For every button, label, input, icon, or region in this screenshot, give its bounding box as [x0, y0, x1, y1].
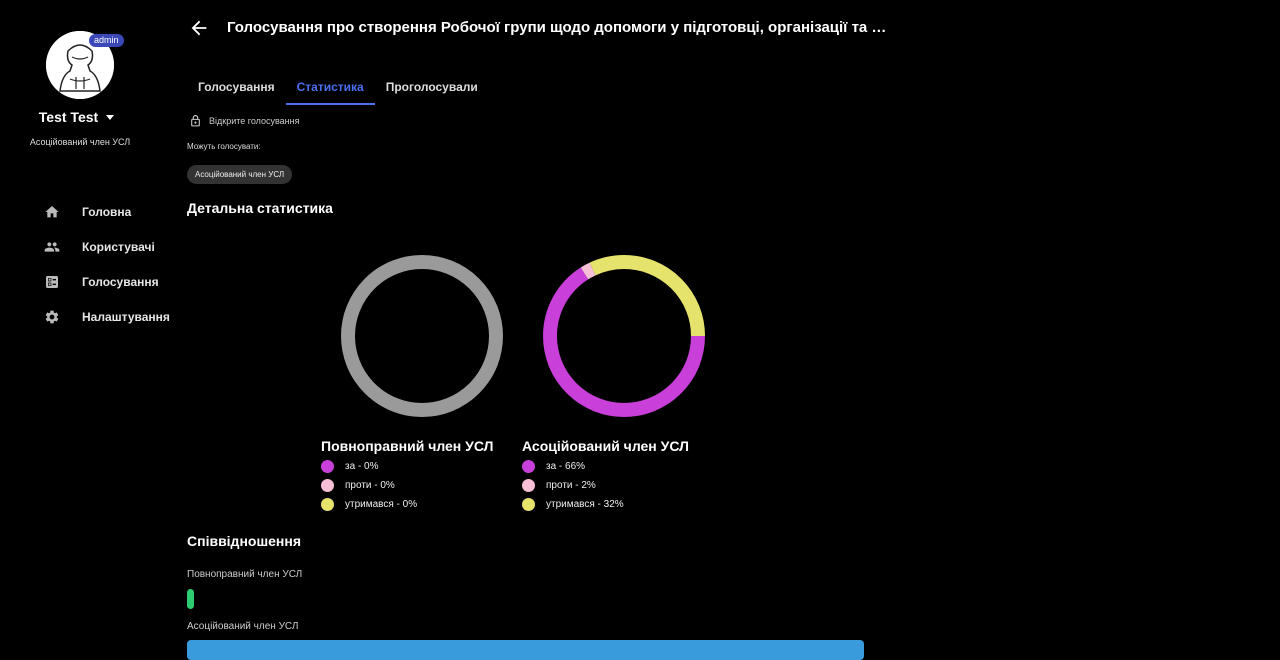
nav-label: Налаштування — [82, 309, 170, 324]
donut-chart-full-members — [341, 255, 503, 417]
legend-label: утримався - 32% — [546, 499, 624, 510]
tab-voted[interactable]: Проголосували — [375, 74, 489, 105]
legend-item: утримався - 32% — [522, 495, 624, 514]
ratio-title: Співвідношення — [187, 533, 301, 549]
legend-item: проти - 2% — [522, 476, 624, 495]
legend-item: за - 0% — [321, 457, 417, 476]
legend-dot — [522, 498, 535, 511]
legend-dot — [321, 460, 334, 473]
eligible-role-chip: Асоційований член УСЛ — [187, 165, 293, 184]
open-vote-text: Відкрите голосування — [209, 116, 300, 126]
nav-label: Користувачі — [82, 239, 155, 254]
legend-item: утримався - 0% — [321, 495, 417, 514]
legend-label: утримався - 0% — [345, 499, 418, 510]
legend-label: проти - 0% — [345, 480, 395, 491]
ballot-icon — [46, 275, 58, 288]
user-name: Test Test — [38, 109, 99, 125]
legend-label: за - 0% — [345, 461, 379, 472]
legend-full-members: за - 0% проти - 0% утримався - 0% — [321, 457, 417, 514]
tab-voting[interactable]: Голосування — [187, 74, 286, 105]
nav-item-home[interactable]: Головна — [44, 194, 170, 229]
sidebar-nav: Головна Користувачі Голосування Налаштув… — [44, 194, 170, 334]
legend-label: проти - 2% — [546, 480, 596, 491]
donut-empty-ring — [341, 255, 503, 417]
donut-chart-associate-members — [543, 255, 705, 417]
admin-badge: admin — [89, 34, 124, 47]
legend-item: проти - 0% — [321, 476, 417, 495]
users-icon — [44, 241, 60, 252]
user-role: Асоційований член УСЛ — [29, 137, 131, 147]
can-vote-label: Можуть голосувати: — [187, 142, 261, 151]
legend-associate-members: за - 66% проти - 2% утримався - 32% — [522, 457, 624, 514]
ratio-bar-full-members — [187, 589, 194, 609]
legend-title-associate-members: Асоційований член УСЛ — [522, 438, 689, 454]
legend-title-full-members: Повноправний член УСЛ — [321, 438, 494, 454]
ratio-label-full-members: Повноправний член УСЛ — [187, 569, 303, 580]
sidebar: admin Test Test Асоційований член УСЛ Го… — [0, 0, 170, 644]
gear-icon — [45, 310, 59, 323]
legend-item: за - 66% — [522, 457, 624, 476]
back-arrow-icon[interactable] — [188, 17, 210, 39]
nav-item-users[interactable]: Користувачі — [44, 229, 170, 264]
legend-dot — [522, 460, 535, 473]
nav-item-settings[interactable]: Налаштування — [44, 299, 170, 334]
user-menu[interactable]: Test Test — [0, 109, 153, 125]
open-vote-status: Відкрите голосування — [189, 114, 300, 128]
legend-label: за - 66% — [546, 461, 586, 472]
caret-down-icon — [106, 114, 115, 120]
nav-label: Головна — [82, 204, 132, 219]
tabs: Голосування Статистика Проголосували — [187, 74, 489, 105]
detailed-stats-title: Детальна статистика — [187, 200, 333, 216]
ratio-label-associate-members: Асоційований член УСЛ — [187, 621, 299, 632]
legend-dot — [321, 479, 334, 492]
nav-item-votes[interactable]: Голосування — [44, 264, 170, 299]
ratio-bar-associate-members — [187, 640, 864, 660]
nav-label: Голосування — [82, 274, 159, 289]
legend-dot — [522, 479, 535, 492]
avatar[interactable]: admin — [46, 31, 124, 99]
tab-statistics[interactable]: Статистика — [285, 74, 375, 105]
home-icon — [45, 205, 59, 217]
page-title: Голосування про створення Робочої групи … — [227, 19, 887, 36]
lock-open-icon — [191, 115, 200, 127]
legend-dot — [321, 498, 334, 511]
